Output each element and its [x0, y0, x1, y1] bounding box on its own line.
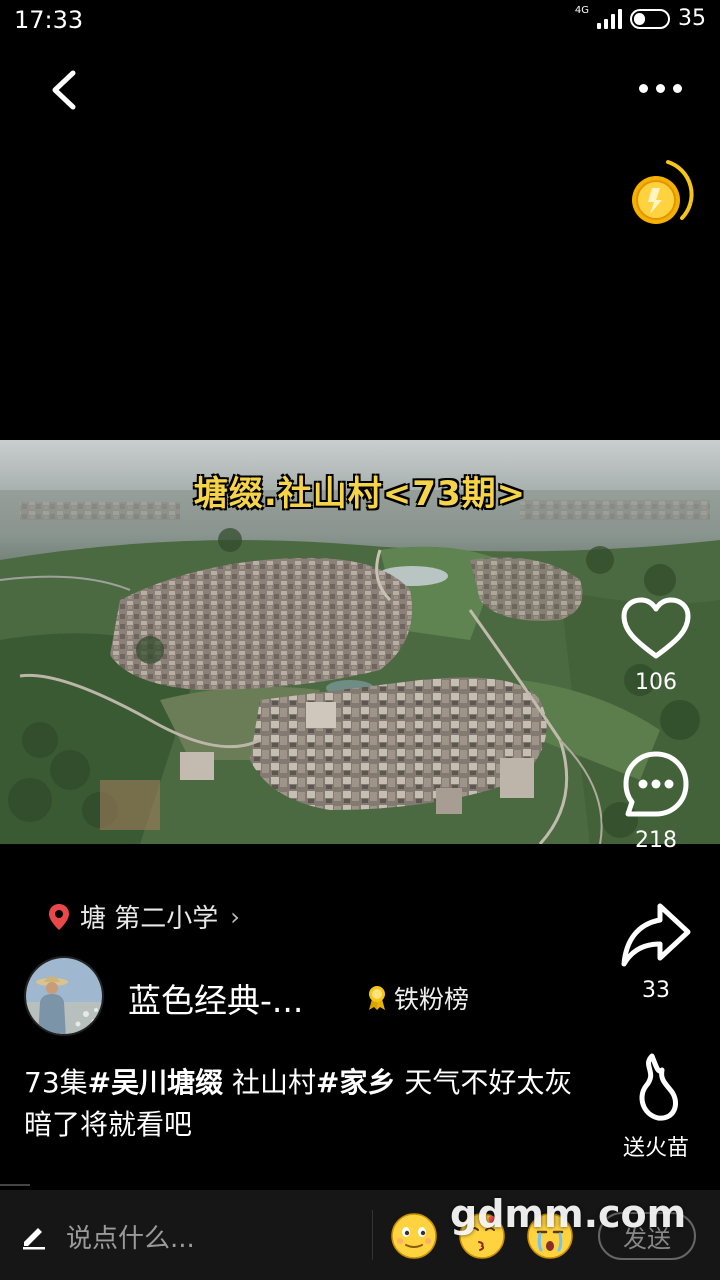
comment-bar: 说点什么... 发送 [0, 1190, 720, 1280]
cry-emoji-icon[interactable] [526, 1212, 574, 1260]
location-tag[interactable]: 塘 第二小学 › [48, 898, 240, 935]
fire-sprout-icon [639, 1053, 678, 1121]
divider [372, 1210, 373, 1260]
kiss-emoji-icon[interactable] [458, 1212, 506, 1260]
status-time: 17:33 [14, 6, 84, 34]
send-button[interactable]: 发送 [598, 1212, 696, 1260]
share-count: 33 [642, 978, 670, 1003]
battery-icon [630, 8, 670, 29]
pencil-icon [23, 1228, 45, 1250]
comment-count: 218 [635, 828, 677, 853]
like-button[interactable]: 106 [606, 596, 706, 695]
coin-icon [632, 160, 694, 224]
share-button[interactable]: 33 [606, 900, 706, 1003]
network-type: 4G [574, 5, 589, 16]
location-text: 塘 第二小学 [80, 904, 219, 934]
comment-bubble-icon [623, 751, 689, 817]
chevron-right-icon: › [230, 902, 240, 931]
like-count: 106 [635, 670, 677, 695]
medal-icon [369, 986, 385, 1010]
avatar-image [26, 958, 102, 1034]
comment-button[interactable]: 218 [606, 748, 706, 853]
comment-input[interactable]: 说点什么... [20, 1208, 360, 1264]
location-pin-icon [49, 903, 69, 930]
author-name[interactable]: 蓝色经典-... [128, 974, 303, 1022]
fans-rank-button[interactable]: 铁粉榜 [366, 980, 469, 1016]
send-fire-button[interactable]: 送火苗 [606, 1052, 706, 1162]
signal-icon [597, 8, 622, 29]
more-dot [655, 83, 665, 93]
battery-level: 35 [678, 6, 706, 31]
video-detail-screen: 17:33 4G 35 塘缀.社山村<73期> 106 218 33 送火苗 塘… [0, 0, 720, 1280]
status-right: 4G 35 [574, 5, 706, 31]
smile-emoji-icon[interactable] [390, 1212, 438, 1260]
caption-text: 社山村 [223, 1066, 317, 1099]
share-arrow-icon [621, 903, 691, 967]
author-avatar[interactable] [24, 956, 104, 1036]
more-dot [672, 83, 682, 93]
fans-rank-label: 铁粉榜 [394, 985, 470, 1014]
back-arrow-icon [52, 70, 76, 110]
comment-placeholder: 说点什么... [66, 1223, 195, 1254]
coin-reward-widget[interactable] [624, 156, 700, 232]
video-caption: 73集#吴川塘缀 社山村#家乡 天气不好太灰暗了将就看吧 [24, 1062, 584, 1146]
hashtag-link[interactable]: #吴川塘缀 [88, 1066, 223, 1099]
caption-text: 73集 [24, 1066, 88, 1099]
back-button[interactable] [36, 62, 92, 118]
divider [0, 1184, 30, 1186]
status-bar: 17:33 4G 35 [0, 0, 720, 40]
send-fire-label: 送火苗 [622, 1136, 689, 1161]
hashtag-link[interactable]: #家乡 [316, 1066, 395, 1099]
more-dots-icon [638, 83, 648, 93]
more-button[interactable] [628, 66, 692, 110]
heart-icon [621, 597, 691, 659]
video-title-overlay: 塘缀.社山村<73期> [193, 474, 527, 514]
